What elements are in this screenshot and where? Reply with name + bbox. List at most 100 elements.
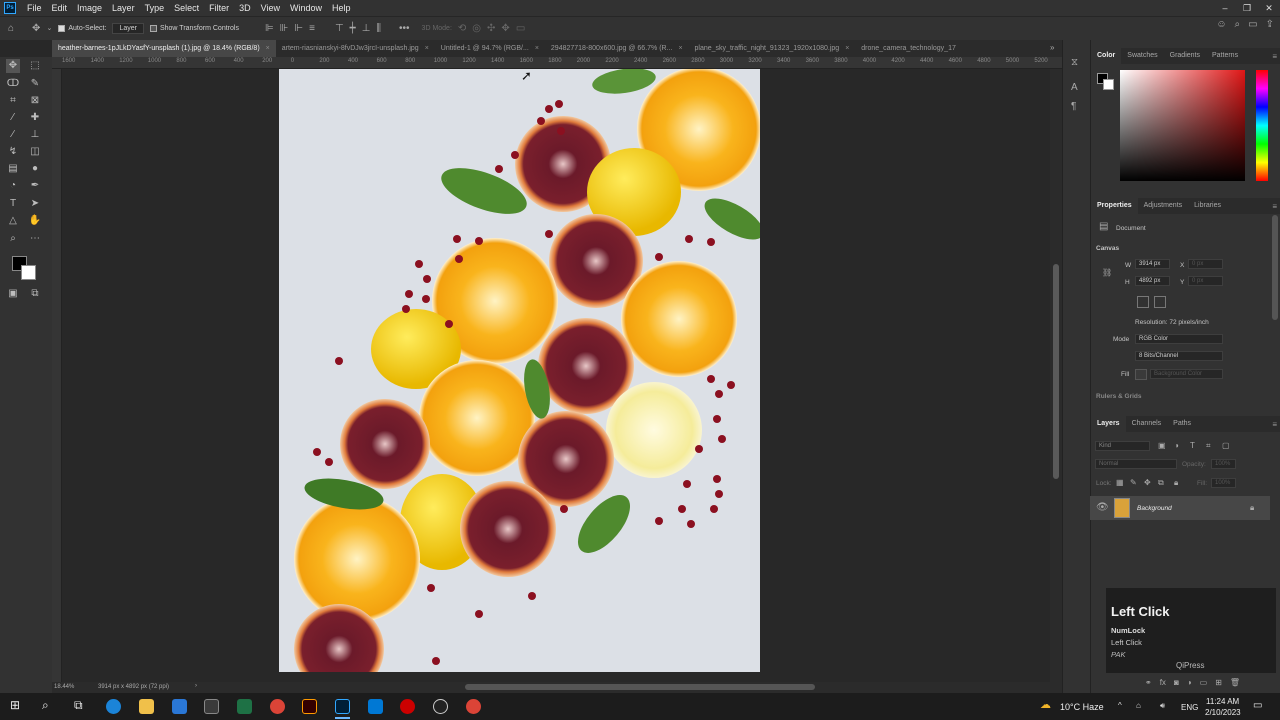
bits-dropdown[interactable]: 8 Bits/Channel — [1135, 351, 1223, 361]
align-middle-icon[interactable]: ┿ — [350, 23, 356, 34]
filter-pixel-icon[interactable]: ▣ — [1158, 441, 1166, 451]
menu-type[interactable]: Type — [140, 3, 170, 13]
tab-patterns[interactable]: Patterns — [1206, 48, 1244, 64]
search-icon[interactable]: ⌕ — [42, 699, 49, 711]
align-center-icon[interactable]: ⊪ — [280, 23, 289, 34]
more-options-icon[interactable]: ••• — [399, 23, 410, 34]
delete-layer-icon[interactable]: 🗑︎ — [1230, 678, 1240, 688]
checkbox-icon[interactable] — [58, 25, 66, 32]
transform-controls-toggle[interactable]: Show Transform Controls — [149, 25, 239, 32]
eyedropper-tool-icon[interactable]: ⁄ — [6, 111, 20, 125]
history-brush-icon[interactable]: ↯ — [6, 145, 20, 159]
eraser-tool-icon[interactable]: ◫ — [28, 145, 42, 159]
background-color-swatch[interactable] — [21, 265, 36, 280]
chrome-icon[interactable] — [466, 699, 481, 714]
dodge-tool-icon[interactable]: ◔ — [6, 179, 20, 193]
close-tab-icon[interactable]: × — [678, 45, 682, 52]
clock-date[interactable]: 2/10/2023 — [1205, 708, 1241, 717]
edge-icon[interactable] — [106, 699, 121, 714]
filter-adjustment-icon[interactable]: ◑ — [1174, 441, 1179, 451]
close-tab-icon[interactable]: × — [425, 45, 429, 52]
frame-tool-icon[interactable]: ⊠ — [28, 94, 42, 108]
filter-type-icon[interactable]: T — [1190, 441, 1195, 451]
filter-smart-object-icon[interactable]: ▢ — [1222, 441, 1230, 451]
paragraph-icon[interactable]: ¶ — [1071, 102, 1076, 112]
align-right-icon[interactable]: ⊩ — [294, 23, 303, 34]
tab-untitled-1[interactable]: Untitled-1 @ 94.7% (RGB/... × — [435, 40, 545, 57]
3d-roll-icon[interactable]: ◎ — [472, 23, 481, 34]
pen-tool-icon[interactable]: ✒ — [28, 179, 42, 193]
checkbox-icon[interactable] — [149, 25, 157, 32]
lock-pixels-icon[interactable]: ✎ — [1130, 478, 1137, 488]
workspace-icon[interactable]: ▭ — [1248, 20, 1257, 30]
illustrator-icon[interactable] — [302, 699, 317, 714]
tab-channels[interactable]: Channels — [1126, 416, 1168, 432]
distribute-icon[interactable]: ≡ — [309, 23, 315, 34]
tab-294827718[interactable]: 294827718-800x600.jpg @ 66.7% (R... × — [545, 40, 689, 57]
properties-scroll-thumb[interactable] — [1272, 215, 1278, 320]
lock-all-icon[interactable]: 🔒︎ — [1174, 478, 1178, 488]
align-bottom-icon[interactable]: ⊥ — [362, 23, 371, 34]
3d-pan-icon[interactable]: ✣ — [487, 23, 495, 34]
horizontal-scroll-thumb[interactable] — [465, 684, 815, 690]
gradient-tool-icon[interactable]: ▤ — [6, 162, 20, 176]
layer-style-icon[interactable]: fx — [1160, 678, 1166, 688]
visibility-eye-icon[interactable]: 👁︎ — [1096, 503, 1109, 513]
menu-filter[interactable]: Filter — [204, 3, 234, 13]
new-layer-icon[interactable]: ⊞ — [1215, 678, 1222, 688]
filter-shape-icon[interactable]: ⌗ — [1206, 441, 1211, 451]
tab-swatches[interactable]: Swatches — [1121, 48, 1163, 64]
crop-tool-icon[interactable]: ⌗ — [6, 94, 20, 108]
color-picker-field[interactable] — [1120, 70, 1245, 181]
menu-help[interactable]: Help — [327, 3, 356, 13]
store-icon[interactable] — [204, 699, 219, 714]
windows-start-icon[interactable]: ⊞ — [10, 699, 20, 711]
panel-menu-icon[interactable]: ≡ — [1272, 420, 1277, 429]
search-icon[interactable]: ⌕ — [1235, 20, 1241, 30]
network-icon[interactable]: ⌂ — [1136, 701, 1141, 711]
home-icon[interactable]: ⌂ — [8, 23, 14, 34]
vertical-ruler[interactable] — [52, 69, 62, 682]
tab-color[interactable]: Color — [1091, 48, 1122, 64]
path-select-tool-icon[interactable]: ➤ — [28, 197, 42, 211]
tab-plane-sky[interactable]: plane_sky_traffic_night_91323_1920x1080.… — [689, 40, 856, 57]
mode-dropdown[interactable]: RGB Color — [1135, 334, 1223, 344]
lock-transparency-icon[interactable]: ▦ — [1116, 478, 1124, 488]
color-background-swatch[interactable] — [1103, 79, 1114, 90]
tabs-overflow-icon[interactable]: » — [1050, 43, 1054, 52]
auto-select-target-dropdown[interactable]: Layer — [112, 23, 144, 34]
portrait-orientation-icon[interactable] — [1137, 296, 1149, 308]
x-field[interactable]: 0 px — [1188, 259, 1223, 269]
tab-libraries[interactable]: Libraries — [1188, 198, 1227, 214]
file-explorer-icon[interactable] — [139, 699, 154, 714]
width-field[interactable]: 3914 px — [1135, 259, 1170, 269]
panel-menu-icon[interactable]: ≡ — [1272, 52, 1277, 61]
move-tool-icon[interactable]: ✥ — [6, 59, 20, 73]
character-icon[interactable]: A — [1071, 83, 1078, 93]
lock-artboard-icon[interactable]: ⧉ — [1158, 478, 1164, 488]
panel-menu-icon[interactable]: ≡ — [1272, 202, 1277, 211]
menu-file[interactable]: File — [22, 3, 47, 13]
blur-tool-icon[interactable]: ● — [28, 162, 42, 176]
3d-slide-icon[interactable]: ✥ — [501, 23, 509, 34]
tab-paths[interactable]: Paths — [1167, 416, 1197, 432]
align-left-icon[interactable]: ⊫ — [265, 23, 274, 34]
add-mask-icon[interactable]: ◙ — [1174, 678, 1179, 688]
menu-select[interactable]: Select — [169, 3, 204, 13]
blend-mode-dropdown[interactable]: Normal — [1095, 459, 1177, 469]
clock-time[interactable]: 11:24 AM — [1206, 697, 1239, 706]
hue-slider[interactable] — [1256, 70, 1268, 181]
menu-layer[interactable]: Layer — [107, 3, 140, 13]
photoshop-taskbar-icon[interactable] — [335, 699, 350, 714]
distribute-vertical-icon[interactable]: ⫼ — [376, 23, 381, 34]
weather-text[interactable]: 10°C Haze — [1060, 702, 1104, 712]
recorder-icon[interactable] — [400, 699, 415, 714]
menu-3d[interactable]: 3D — [234, 3, 256, 13]
tab-gradients[interactable]: Gradients — [1164, 48, 1206, 64]
user-icon[interactable]: ☺ — [1216, 20, 1226, 30]
menu-edit[interactable]: Edit — [47, 3, 73, 13]
app-icon[interactable] — [433, 699, 448, 714]
history-icon[interactable]: ⧖ — [1071, 58, 1078, 68]
rulers-grids-header[interactable]: Rulers & Grids — [1096, 393, 1142, 398]
tab-adjustments[interactable]: Adjustments — [1138, 198, 1189, 214]
